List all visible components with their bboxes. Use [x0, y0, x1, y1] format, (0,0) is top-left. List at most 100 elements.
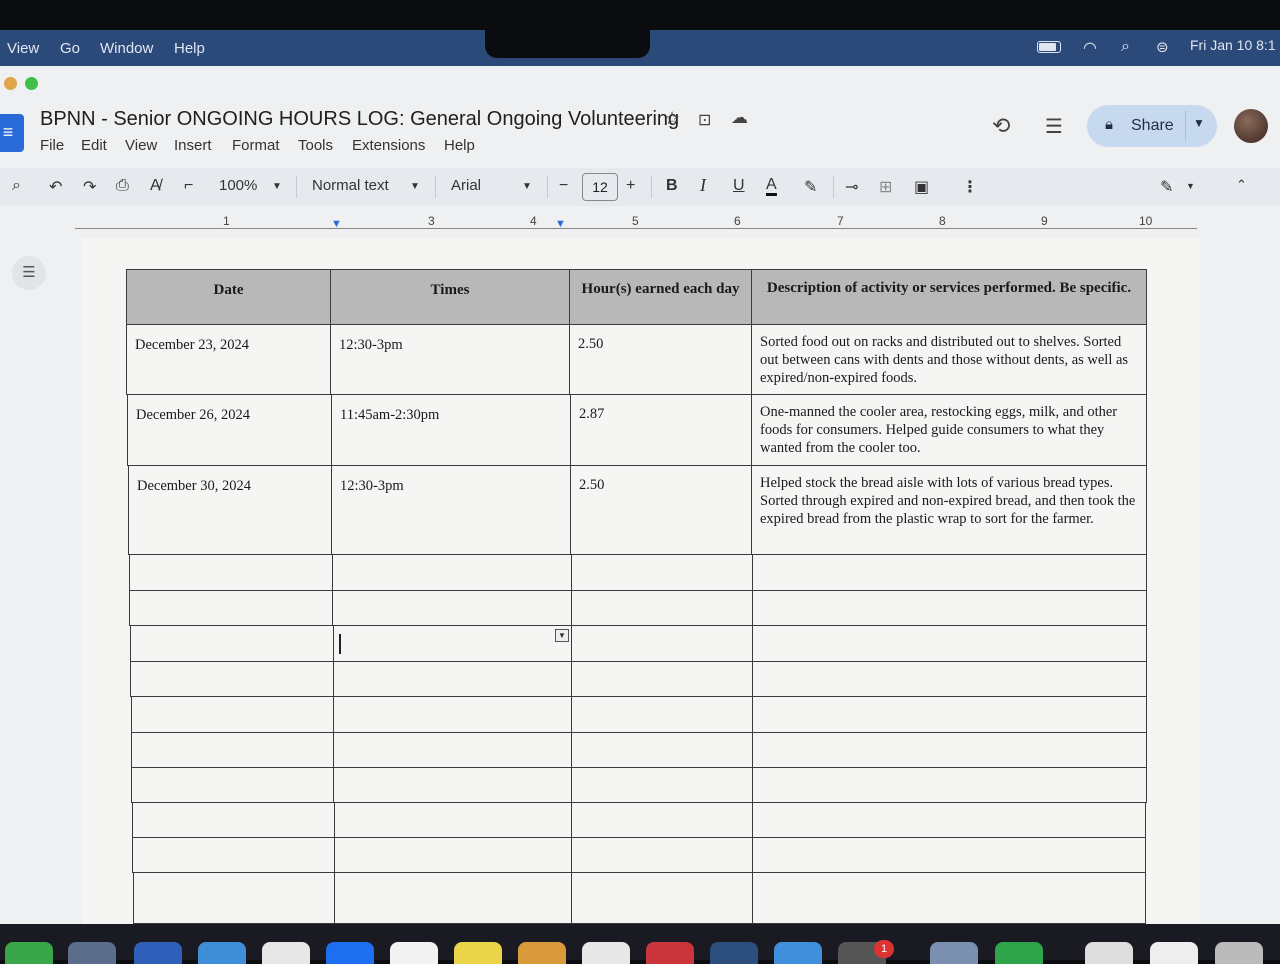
underline-icon[interactable]: U	[733, 177, 745, 195]
horizontal-ruler[interactable]: 1 3 4 5 6 7 8 9 10 ▼ ▼	[0, 212, 1280, 236]
add-comment-icon[interactable]: ⊞	[879, 177, 892, 197]
window-minimize-icon[interactable]	[4, 77, 17, 90]
empty-cell[interactable]	[752, 590, 1147, 626]
cell-times[interactable]: 11:45am-2:30pm	[331, 394, 571, 466]
cell-hours[interactable]: 2.87	[570, 394, 752, 466]
empty-cell[interactable]	[333, 661, 572, 697]
empty-cell[interactable]	[130, 625, 334, 662]
cell-date[interactable]: December 23, 2024	[126, 324, 331, 395]
dock-app-chrome[interactable]	[262, 942, 310, 964]
version-history-icon[interactable]: ⟲	[992, 113, 1010, 139]
chevron-down-icon[interactable]: ▼	[1193, 116, 1205, 130]
empty-cell[interactable]	[752, 767, 1147, 803]
document-outline-icon[interactable]: ☰	[12, 256, 46, 290]
menubar-clock[interactable]: Fri Jan 10 8:1	[1190, 37, 1276, 53]
empty-cell[interactable]	[333, 732, 572, 768]
empty-cell[interactable]	[571, 872, 753, 924]
empty-cell[interactable]	[571, 661, 753, 697]
text-color-icon[interactable]: A	[766, 177, 777, 196]
move-folder-icon[interactable]: ⊡	[698, 110, 711, 130]
dock-app-documents[interactable]	[1085, 942, 1133, 964]
dock-app-calendar[interactable]	[134, 942, 182, 964]
dock-app-notes[interactable]	[454, 942, 502, 964]
empty-cell[interactable]	[752, 802, 1146, 838]
empty-cell[interactable]	[132, 837, 335, 873]
menu-help-doc[interactable]: Help	[444, 137, 475, 154]
font-select[interactable]: Arial	[451, 177, 481, 194]
cell-description[interactable]: Helped stock the bread aisle with lots o…	[751, 465, 1147, 555]
empty-cell[interactable]	[333, 767, 572, 803]
increase-font-size-icon[interactable]: +	[626, 177, 635, 195]
dock-app-maps[interactable]	[582, 942, 630, 964]
highlight-color-icon[interactable]: ✎	[804, 177, 817, 197]
empty-cell[interactable]	[130, 661, 334, 697]
menu-insert[interactable]: Insert	[174, 137, 212, 154]
star-icon[interactable]: ☆	[664, 108, 680, 129]
dock-app-mail[interactable]	[68, 942, 116, 964]
empty-cell[interactable]	[752, 696, 1147, 733]
paint-format-icon[interactable]: ⌐	[184, 177, 193, 195]
cell-description[interactable]: Sorted food out on racks and distributed…	[751, 324, 1147, 395]
dock-app-word[interactable]	[390, 942, 438, 964]
empty-cell[interactable]	[334, 837, 572, 873]
dock-app-trash[interactable]	[1215, 942, 1263, 964]
bold-icon[interactable]: B	[666, 177, 678, 195]
header-hours[interactable]: Hour(s) earned each day	[569, 269, 752, 325]
empty-cell[interactable]	[133, 872, 335, 924]
header-times[interactable]: Times	[330, 269, 570, 325]
dock-app-preview[interactable]	[518, 942, 566, 964]
insert-link-icon[interactable]: ⊸	[845, 177, 858, 197]
tab-stop-marker-icon[interactable]: ▼	[555, 218, 566, 230]
menu-format[interactable]: Format	[232, 137, 280, 154]
cell-date[interactable]: December 30, 2024	[128, 465, 332, 555]
spellcheck-icon[interactable]: A̸	[150, 177, 161, 195]
dock-app-xcode[interactable]	[774, 942, 822, 964]
menu-tools[interactable]: Tools	[298, 137, 333, 154]
empty-cell[interactable]	[571, 802, 753, 838]
empty-cell[interactable]	[752, 837, 1146, 873]
empty-cell[interactable]	[332, 554, 572, 591]
hide-menus-icon[interactable]: ⌃	[1236, 177, 1247, 193]
undo-icon[interactable]: ↶	[49, 177, 62, 197]
cell-dropdown-chevron-icon[interactable]: ▼	[555, 629, 569, 642]
menu-file[interactable]: File	[40, 137, 64, 154]
font-chevron-icon[interactable]: ▼	[522, 181, 532, 192]
zoom-chevron-icon[interactable]: ▼	[272, 181, 282, 192]
avatar[interactable]	[1234, 109, 1268, 143]
left-indent-marker-icon[interactable]: ▼	[331, 218, 342, 230]
header-description[interactable]: Description of activity or services perf…	[751, 269, 1147, 325]
dock-app-safari[interactable]	[198, 942, 246, 964]
dock-app-downloads[interactable]	[1150, 942, 1198, 964]
dock-app-news[interactable]	[646, 942, 694, 964]
docs-logo-icon[interactable]: ≡	[0, 114, 24, 152]
empty-cell[interactable]	[571, 554, 753, 591]
empty-cell[interactable]	[131, 732, 334, 768]
dock-app-messages[interactable]	[5, 942, 53, 964]
cell-date[interactable]: December 26, 2024	[127, 394, 332, 466]
empty-cell[interactable]	[752, 661, 1147, 697]
active-empty-cell[interactable]	[333, 625, 572, 662]
cell-description[interactable]: One-manned the cooler area, restocking e…	[751, 394, 1147, 466]
menu-go[interactable]: Go	[60, 40, 80, 57]
empty-cell[interactable]	[333, 696, 572, 733]
empty-cell[interactable]	[571, 837, 753, 873]
paragraph-style-select[interactable]: Normal text	[312, 177, 389, 194]
battery-icon[interactable]	[1037, 41, 1061, 53]
italic-icon[interactable]: I	[700, 175, 706, 196]
empty-cell[interactable]	[571, 590, 753, 626]
cell-hours[interactable]: 2.50	[570, 465, 752, 555]
dock-app-zoom[interactable]	[930, 942, 978, 964]
dock-app-finder[interactable]	[710, 942, 758, 964]
empty-cell[interactable]	[571, 767, 753, 803]
control-center-icon[interactable]: ⊜	[1156, 38, 1169, 56]
wifi-icon[interactable]: ◠	[1083, 38, 1097, 58]
comments-icon[interactable]: ☰	[1045, 114, 1063, 139]
window-zoom-icon[interactable]	[25, 77, 38, 90]
empty-cell[interactable]	[334, 872, 572, 924]
cell-times[interactable]: 12:30-3pm	[331, 465, 571, 555]
more-options-icon[interactable]: ⋮	[962, 177, 978, 197]
search-menus-icon[interactable]: ⌕	[12, 177, 21, 195]
empty-cell[interactable]	[131, 767, 334, 803]
menu-window[interactable]: Window	[100, 40, 153, 57]
menu-view[interactable]: View	[7, 40, 39, 57]
